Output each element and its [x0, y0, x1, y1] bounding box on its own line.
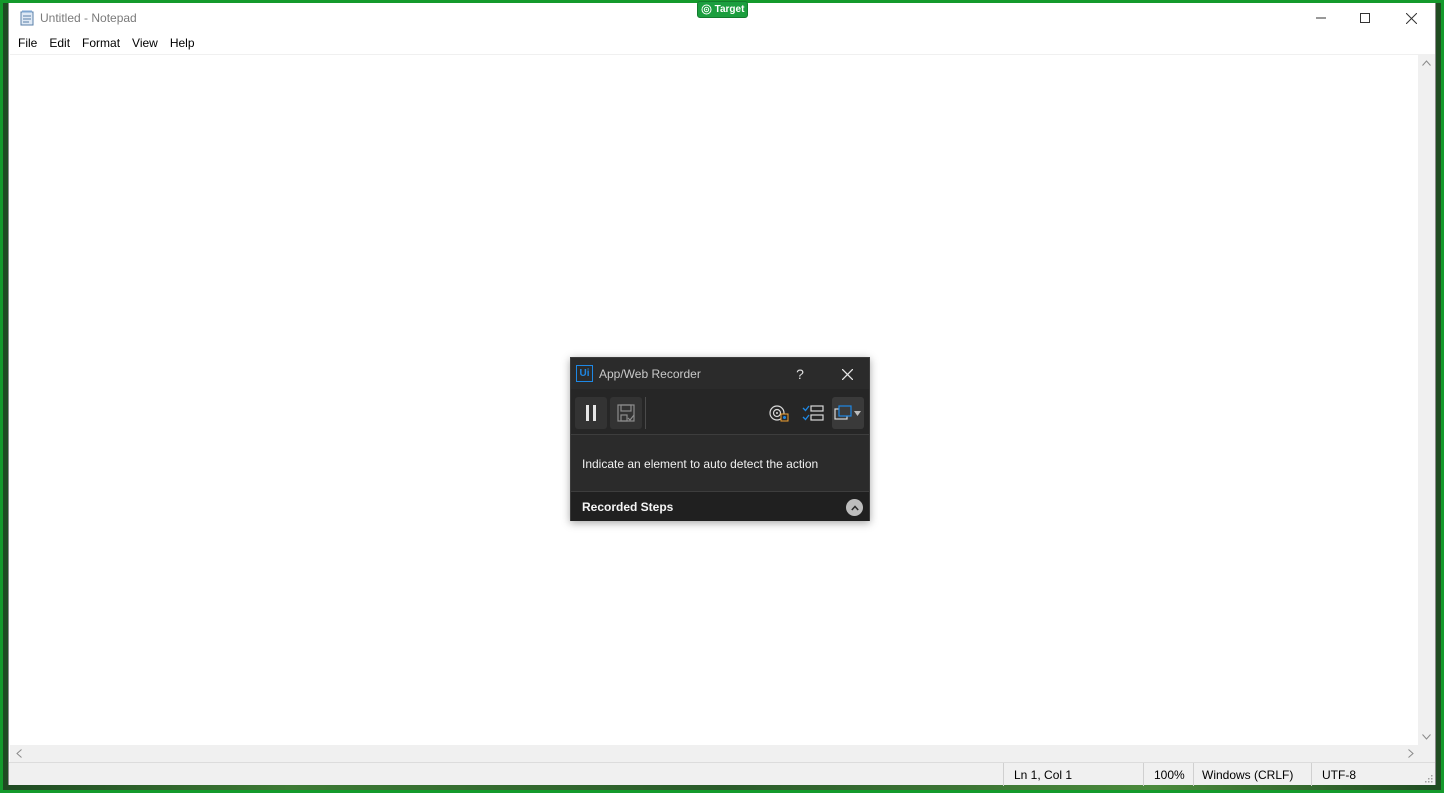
recorder-options-button[interactable] — [797, 397, 829, 429]
notepad-app-icon — [20, 10, 34, 26]
status-line-endings-text: Windows (CRLF) — [1202, 767, 1294, 782]
save-and-exit-button[interactable] — [610, 397, 642, 429]
scrollbar-corner — [1418, 745, 1435, 762]
chevron-up-icon — [850, 504, 859, 511]
recorder-instruction: Indicate an element to auto detect the a… — [582, 457, 819, 471]
recorded-steps-label: Recorded Steps — [582, 500, 674, 514]
menu-edit[interactable]: Edit — [44, 34, 75, 52]
recorder-toolbar — [571, 389, 869, 435]
target-selection-button[interactable] — [763, 397, 795, 429]
toolbar-separator — [645, 397, 646, 429]
help-button[interactable]: ? — [790, 364, 810, 384]
menu-view[interactable]: View — [127, 34, 163, 52]
vertical-scrollbar[interactable] — [1418, 54, 1435, 745]
status-cursor-position: Ln 1, Col 1 — [1003, 763, 1143, 786]
menu-bar: File Edit Format View Help — [9, 33, 1435, 53]
pause-button[interactable] — [575, 397, 607, 429]
menu-format[interactable]: Format — [77, 34, 125, 52]
close-icon — [1405, 12, 1417, 24]
status-zoom-text: 100% — [1154, 767, 1185, 782]
scroll-right-button[interactable] — [1402, 745, 1419, 762]
recording-mode-dropdown[interactable] — [832, 397, 864, 429]
chevron-right-icon — [1407, 749, 1414, 758]
maximize-icon — [1360, 13, 1370, 23]
chevron-up-icon — [1422, 59, 1431, 66]
status-position-text: Ln 1, Col 1 — [1014, 767, 1073, 782]
pause-icon — [586, 405, 596, 421]
chevron-left-icon — [15, 749, 22, 758]
maximize-button[interactable] — [1342, 3, 1388, 33]
status-encoding-text: UTF-8 — [1322, 767, 1356, 782]
target-badge-label: Target — [714, 4, 745, 15]
recorder-title: App/Web Recorder — [599, 367, 701, 381]
uipath-logo-icon: Ui — [576, 365, 593, 382]
collapse-steps-button[interactable] — [846, 499, 863, 516]
scroll-up-button[interactable] — [1418, 54, 1435, 71]
menu-file[interactable]: File — [13, 34, 42, 52]
horizontal-scrollbar[interactable] — [10, 745, 1419, 762]
scroll-down-button[interactable] — [1418, 728, 1435, 745]
target-icon — [701, 4, 712, 15]
scroll-left-button[interactable] — [10, 745, 27, 762]
target-settings-icon — [769, 405, 789, 422]
minimize-icon — [1316, 17, 1326, 19]
status-encoding: UTF-8 — [1311, 763, 1417, 786]
recorder-close-button[interactable] — [837, 364, 857, 384]
close-button[interactable] — [1388, 3, 1434, 33]
target-badge: Target — [697, 1, 748, 18]
recorder-titlebar[interactable]: Ui App/Web Recorder ? — [571, 358, 869, 389]
status-bar: Ln 1, Col 1 100% Windows (CRLF) UTF-8 — [9, 762, 1435, 786]
checklist-icon — [802, 405, 824, 421]
close-icon — [841, 368, 853, 380]
chevron-down-icon — [1422, 733, 1431, 740]
save-icon — [617, 404, 635, 422]
minimize-button[interactable] — [1298, 3, 1344, 33]
menu-help[interactable]: Help — [165, 34, 200, 52]
resize-grip-icon[interactable] — [1423, 773, 1433, 783]
window-title: Untitled - Notepad — [40, 11, 137, 25]
status-line-endings: Windows (CRLF) — [1193, 763, 1311, 786]
status-zoom: 100% — [1143, 763, 1193, 786]
recorder-panel: Ui App/Web Recorder ? Indicate an elemen… — [570, 357, 870, 521]
window-capture-icon — [834, 405, 861, 420]
recorded-steps-header[interactable]: Recorded Steps — [571, 491, 869, 521]
